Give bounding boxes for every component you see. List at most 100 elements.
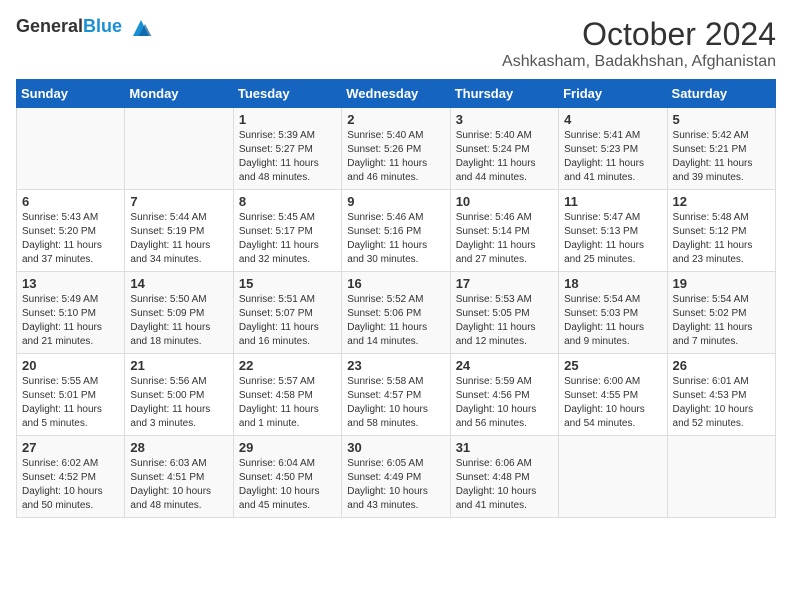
day-number: 30: [347, 440, 444, 455]
calendar-cell: [667, 436, 775, 518]
calendar-cell: 21 Sunrise: 5:56 AMSunset: 5:00 PMDayligh…: [125, 354, 233, 436]
day-info: Sunrise: 5:48 AMSunset: 5:12 PMDaylight:…: [673, 211, 770, 267]
calendar-cell: 23Sunrise: 5:58 AMSunset: 4:57 PMDayligh…: [342, 354, 450, 436]
day-number: 3: [456, 112, 553, 127]
weekday-header: Friday: [559, 80, 667, 108]
day-info: Sunrise: 5:51 AMSunset: 5:07 PMDaylight:…: [239, 293, 336, 349]
day-info: Sunrise: 6:03 AMSunset: 4:51 PMDaylight:…: [130, 457, 227, 513]
day-number: 16: [347, 276, 444, 291]
calendar-cell: 9 Sunrise: 5:46 AMSunset: 5:16 PMDaylight…: [342, 190, 450, 272]
calendar-cell: 28 Sunrise: 6:03 AMSunset: 4:51 PMDayligh…: [125, 436, 233, 518]
day-info: Sunrise: 5:57 AMSunset: 4:58 PMDaylight:…: [239, 375, 336, 431]
day-number: 28: [130, 440, 227, 455]
weekday-header: Wednesday: [342, 80, 450, 108]
calendar-cell: 20 Sunrise: 5:55 AMSunset: 5:01 PMDayligh…: [17, 354, 125, 436]
calendar-week-row: 27 Sunrise: 6:02 AMSunset: 4:52 PMDayligh…: [17, 436, 776, 518]
day-info: Sunrise: 5:55 AMSunset: 5:01 PMDaylight:…: [22, 375, 119, 431]
day-number: 19: [673, 276, 770, 291]
day-info: Sunrise: 5:46 AMSunset: 5:16 PMDaylight:…: [347, 211, 444, 267]
calendar-cell: [17, 108, 125, 190]
calendar-cell: 25Sunrise: 6:00 AMSunset: 4:55 PMDayligh…: [559, 354, 667, 436]
calendar-cell: 29Sunrise: 6:04 AMSunset: 4:50 PMDayligh…: [233, 436, 341, 518]
day-number: 21: [130, 358, 227, 373]
calendar-cell: 24 Sunrise: 5:59 AMSunset: 4:56 PMDayligh…: [450, 354, 558, 436]
calendar-week-row: 6 Sunrise: 5:43 AMSunset: 5:20 PMDaylight…: [17, 190, 776, 272]
day-number: 20: [22, 358, 119, 373]
page-header: GeneralBlue October 2024 Ashkasham, Bada…: [16, 16, 776, 71]
calendar-cell: 10Sunrise: 5:46 AMSunset: 5:14 PMDayligh…: [450, 190, 558, 272]
day-info: Sunrise: 6:01 AMSunset: 4:53 PMDaylight:…: [673, 375, 770, 431]
day-info: Sunrise: 5:42 AMSunset: 5:21 PMDaylight:…: [673, 129, 770, 185]
day-info: Sunrise: 5:40 AMSunset: 5:24 PMDaylight:…: [456, 129, 553, 185]
day-info: Sunrise: 5:40 AMSunset: 5:26 PMDaylight:…: [347, 129, 444, 185]
calendar-cell: 17 Sunrise: 5:53 AMSunset: 5:05 PMDayligh…: [450, 272, 558, 354]
calendar-week-row: 13 Sunrise: 5:49 AMSunset: 5:10 PMDayligh…: [17, 272, 776, 354]
calendar-cell: 7 Sunrise: 5:44 AMSunset: 5:19 PMDaylight…: [125, 190, 233, 272]
day-info: Sunrise: 5:39 AMSunset: 5:27 PMDaylight:…: [239, 129, 336, 185]
title-block: October 2024 Ashkasham, Badakhshan, Afgh…: [502, 16, 776, 71]
day-number: 11: [564, 194, 661, 209]
day-number: 23: [347, 358, 444, 373]
day-number: 1: [239, 112, 336, 127]
calendar-cell: 13 Sunrise: 5:49 AMSunset: 5:10 PMDayligh…: [17, 272, 125, 354]
day-info: Sunrise: 5:54 AMSunset: 5:02 PMDaylight:…: [673, 293, 770, 349]
calendar-cell: 2Sunrise: 5:40 AMSunset: 5:26 PMDaylight…: [342, 108, 450, 190]
day-number: 5: [673, 112, 770, 127]
day-number: 4: [564, 112, 661, 127]
day-number: 22: [239, 358, 336, 373]
calendar-cell: 4Sunrise: 5:41 AMSunset: 5:23 PMDaylight…: [559, 108, 667, 190]
calendar-week-row: 1 Sunrise: 5:39 AMSunset: 5:27 PMDaylight…: [17, 108, 776, 190]
calendar-cell: 19 Sunrise: 5:54 AMSunset: 5:02 PMDayligh…: [667, 272, 775, 354]
weekday-header: Sunday: [17, 80, 125, 108]
weekday-header: Saturday: [667, 80, 775, 108]
day-number: 9: [347, 194, 444, 209]
day-number: 26: [673, 358, 770, 373]
calendar-cell: 16 Sunrise: 5:52 AMSunset: 5:06 PMDayligh…: [342, 272, 450, 354]
day-number: 27: [22, 440, 119, 455]
calendar-cell: 1 Sunrise: 5:39 AMSunset: 5:27 PMDaylight…: [233, 108, 341, 190]
calendar-cell: 31Sunrise: 6:06 AMSunset: 4:48 PMDayligh…: [450, 436, 558, 518]
calendar-cell: 26 Sunrise: 6:01 AMSunset: 4:53 PMDayligh…: [667, 354, 775, 436]
day-info: Sunrise: 5:52 AMSunset: 5:06 PMDaylight:…: [347, 293, 444, 349]
calendar-cell: 3 Sunrise: 5:40 AMSunset: 5:24 PMDaylight…: [450, 108, 558, 190]
calendar-week-row: 20 Sunrise: 5:55 AMSunset: 5:01 PMDayligh…: [17, 354, 776, 436]
day-info: Sunrise: 6:02 AMSunset: 4:52 PMDaylight:…: [22, 457, 119, 513]
day-info: Sunrise: 5:49 AMSunset: 5:10 PMDaylight:…: [22, 293, 119, 349]
day-info: Sunrise: 5:45 AMSunset: 5:17 PMDaylight:…: [239, 211, 336, 267]
calendar-cell: 8 Sunrise: 5:45 AMSunset: 5:17 PMDaylight…: [233, 190, 341, 272]
calendar-cell: [125, 108, 233, 190]
day-info: Sunrise: 5:53 AMSunset: 5:05 PMDaylight:…: [456, 293, 553, 349]
logo-icon: [129, 16, 153, 40]
calendar-cell: 5 Sunrise: 5:42 AMSunset: 5:21 PMDaylight…: [667, 108, 775, 190]
day-info: Sunrise: 5:44 AMSunset: 5:19 PMDaylight:…: [130, 211, 227, 267]
weekday-header: Monday: [125, 80, 233, 108]
day-number: 7: [130, 194, 227, 209]
logo-blue: Blue: [83, 16, 122, 36]
day-number: 10: [456, 194, 553, 209]
day-number: 13: [22, 276, 119, 291]
weekday-header: Tuesday: [233, 80, 341, 108]
day-info: Sunrise: 5:50 AMSunset: 5:09 PMDaylight:…: [130, 293, 227, 349]
day-number: 24: [456, 358, 553, 373]
weekday-header: Thursday: [450, 80, 558, 108]
day-number: 12: [673, 194, 770, 209]
day-number: 17: [456, 276, 553, 291]
calendar-cell: [559, 436, 667, 518]
calendar-header-row: SundayMondayTuesdayWednesdayThursdayFrid…: [17, 80, 776, 108]
calendar-cell: 14 Sunrise: 5:50 AMSunset: 5:09 PMDayligh…: [125, 272, 233, 354]
day-info: Sunrise: 5:59 AMSunset: 4:56 PMDaylight:…: [456, 375, 553, 431]
day-info: Sunrise: 6:04 AMSunset: 4:50 PMDaylight:…: [239, 457, 336, 513]
calendar-cell: 11Sunrise: 5:47 AMSunset: 5:13 PMDayligh…: [559, 190, 667, 272]
day-number: 14: [130, 276, 227, 291]
logo-general: General: [16, 16, 83, 36]
day-number: 6: [22, 194, 119, 209]
calendar-cell: 30Sunrise: 6:05 AMSunset: 4:49 PMDayligh…: [342, 436, 450, 518]
location-title: Ashkasham, Badakhshan, Afghanistan: [502, 53, 776, 71]
day-info: Sunrise: 6:00 AMSunset: 4:55 PMDaylight:…: [564, 375, 661, 431]
day-info: Sunrise: 5:56 AMSunset: 5:00 PMDaylight:…: [130, 375, 227, 431]
day-number: 18: [564, 276, 661, 291]
day-info: Sunrise: 5:43 AMSunset: 5:20 PMDaylight:…: [22, 211, 119, 267]
calendar-cell: 22 Sunrise: 5:57 AMSunset: 4:58 PMDayligh…: [233, 354, 341, 436]
day-number: 31: [456, 440, 553, 455]
day-number: 8: [239, 194, 336, 209]
